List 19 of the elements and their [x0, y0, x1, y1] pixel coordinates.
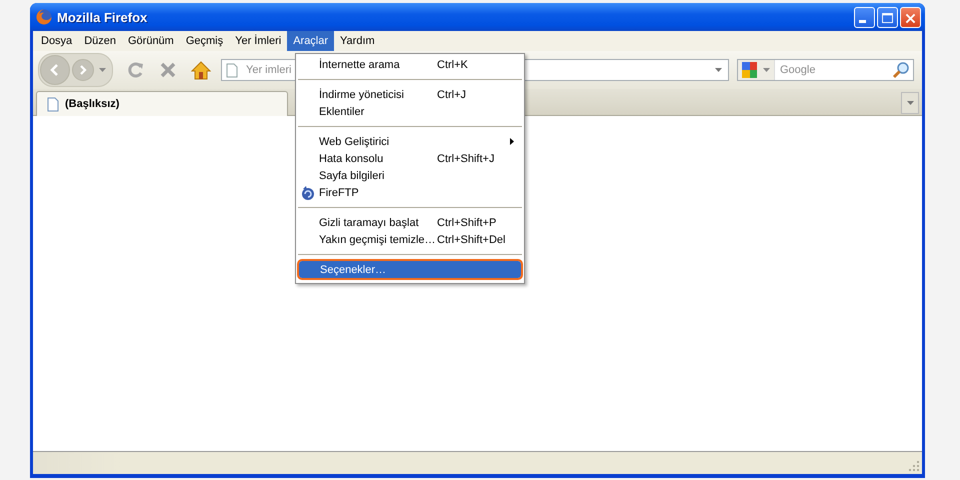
menu-item-label: Sayfa bilgileri: [319, 170, 386, 182]
address-placeholder: Yer imleri: [246, 64, 292, 76]
menu-item-label: Yakın geçmişi temizle…: [319, 234, 437, 246]
menu-item-label: FireFTP: [319, 186, 360, 198]
shortcut-label: Ctrl+Shift+J: [437, 152, 494, 164]
shortcut-label: Ctrl+Shift+P: [437, 216, 496, 228]
tab-title: (Başlıksız): [65, 98, 120, 110]
menu-item-label: Eklentiler: [319, 106, 366, 118]
window-title: Mozilla Firefox: [57, 10, 148, 24]
menu-item-label: İndirme yöneticisi: [319, 88, 405, 100]
shortcut-label: Ctrl+J: [437, 88, 466, 100]
shortcut-label: Ctrl+Shift+Del: [437, 234, 506, 246]
menu-item-label: Seçenekler…: [320, 264, 388, 276]
menu-item-label: Gizli taramayı başlat: [319, 216, 420, 228]
menu-item-label: İnternette arama: [319, 58, 401, 70]
menu-item-label: Hata konsolu: [319, 152, 384, 164]
menu-item-label: Web Geliştirici: [319, 136, 390, 148]
search-placeholder: Google: [780, 64, 816, 76]
shortcut-label: Ctrl+K: [437, 58, 468, 70]
